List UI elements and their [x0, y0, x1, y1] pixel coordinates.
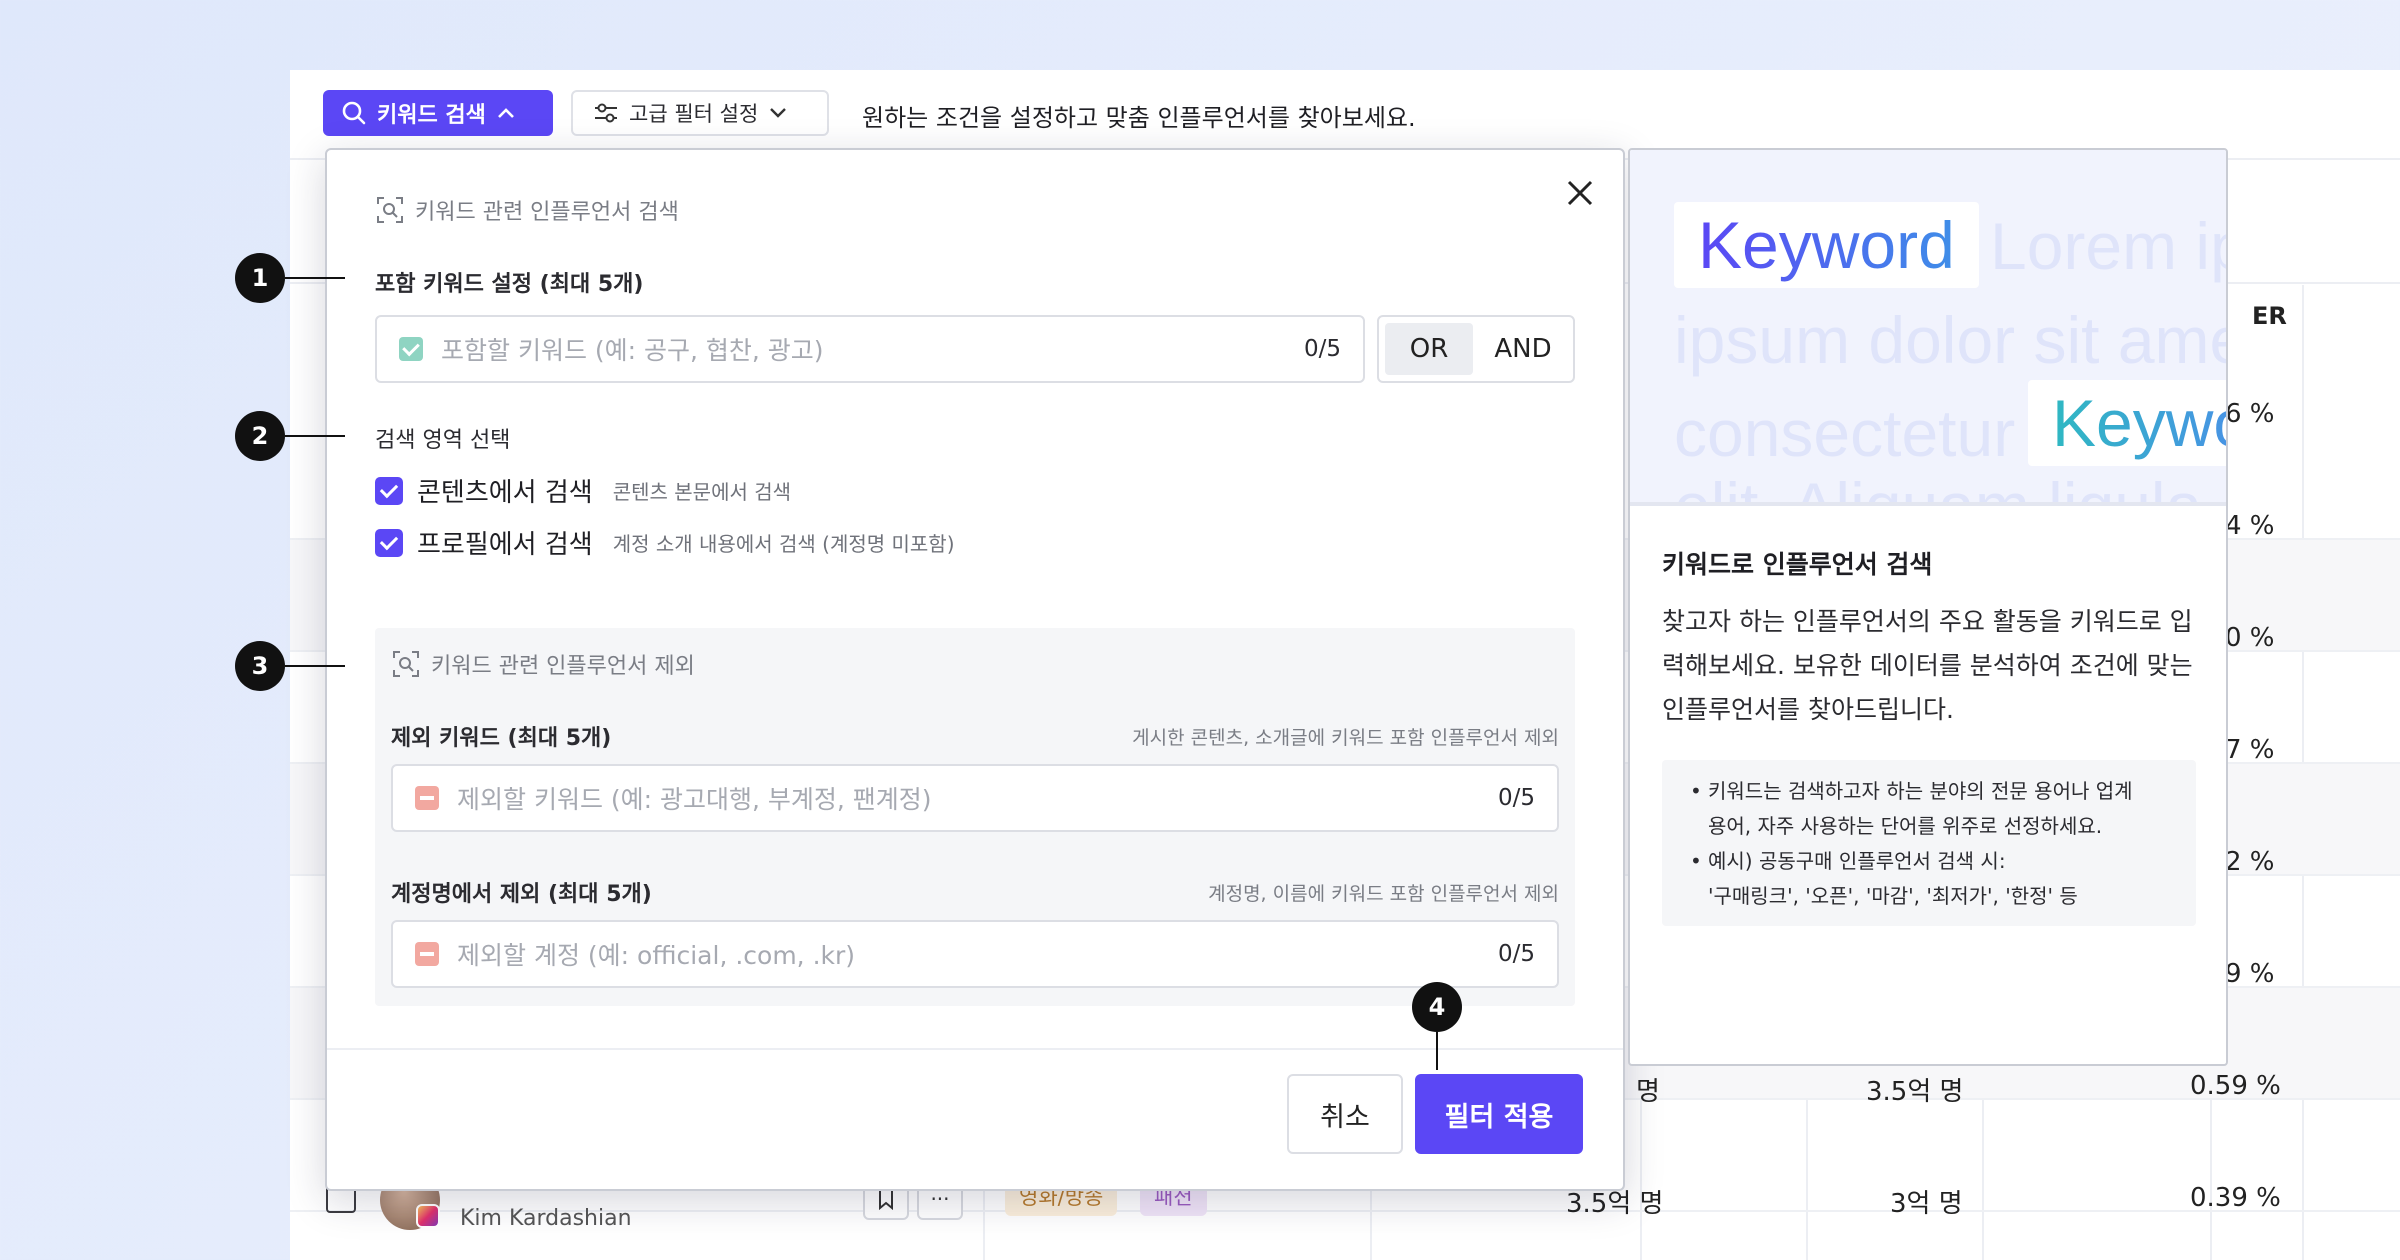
scan-search-icon	[377, 197, 403, 223]
hero-text: ipsum dolor sit ame	[1674, 303, 2226, 377]
hero-text: elit. Aliquam ligula	[1674, 469, 2203, 506]
help-tip-cont: 용어, 자주 사용하는 단어를 위주로 선정하세요.	[1708, 814, 2103, 838]
hero-text: consectetur	[1674, 396, 2016, 470]
close-icon[interactable]	[1563, 176, 1597, 210]
er-value: 2 %	[2225, 847, 2275, 877]
influencer-name[interactable]: Kim Kardashian	[460, 1206, 632, 1231]
search-icon	[342, 101, 366, 125]
er-value: 0.39 %	[2190, 1183, 2281, 1213]
exclude-keyword-placeholder: 제외할 키워드 (예: 광고대행, 부계정, 팬계정)	[457, 785, 932, 814]
scan-search-icon	[393, 651, 419, 677]
help-tip: 예시) 공동구매 인플루언서 검색 시:	[1690, 844, 2180, 879]
cancel-button[interactable]: 취소	[1287, 1074, 1403, 1154]
or-and-toggle[interactable]: OR AND	[1377, 315, 1575, 383]
search-in-content-option[interactable]: 콘텐츠에서 검색 콘텐츠 본문에서 검색	[375, 472, 791, 509]
search-in-profile-option[interactable]: 프로필에서 검색 계정 소개 내용에서 검색 (계정명 미포함)	[375, 524, 955, 561]
advanced-filter-button[interactable]: 고급 필터 설정	[571, 90, 829, 136]
callout-line	[285, 435, 345, 437]
exclude-panel: 키워드 관련 인플루언서 제외 제외 키워드 (최대 5개) 게시한 콘텐츠, …	[375, 628, 1575, 1006]
er-column-header[interactable]: ER	[2252, 302, 2287, 330]
callout-line	[285, 665, 345, 667]
callout-1: 1	[235, 253, 285, 303]
chevron-down-icon	[770, 108, 787, 118]
include-keyword-input[interactable]: 포함할 키워드 (예: 공구, 협찬, 광고) 0/5	[375, 315, 1365, 383]
profile-checkbox-label: 프로필에서 검색	[417, 530, 593, 560]
minus-icon	[415, 942, 439, 966]
toolbar-hint: 원하는 조건을 설정하고 맞춤 인플루언서를 찾아보세요.	[862, 104, 1416, 132]
exclude-section-title-text: 키워드 관련 인플루언서 제외	[431, 654, 695, 679]
or-option[interactable]: OR	[1385, 323, 1473, 375]
er-value: 6 %	[2225, 399, 2275, 429]
minus-icon	[415, 786, 439, 810]
help-tip-cont: '구매링크', '오픈', '마감', '최저가', '한정' 등	[1708, 884, 2078, 908]
callout-line	[1436, 1032, 1438, 1070]
sliders-icon	[595, 103, 617, 123]
check-icon	[399, 337, 423, 361]
advanced-filter-label: 고급 필터 설정	[629, 102, 759, 126]
er-value: 4 %	[2225, 511, 2275, 541]
er-value: 9 %	[2225, 959, 2275, 989]
exclude-account-placeholder: 제외할 계정 (예: official, .com, .kr)	[457, 941, 856, 970]
and-option[interactable]: AND	[1479, 323, 1567, 375]
keyword-search-label: 키워드 검색	[377, 103, 486, 128]
search-area-label: 검색 영역 선택	[375, 428, 511, 453]
hero-keyword-chip: Keyword	[1674, 202, 1979, 288]
help-title: 키워드로 인플루언서 검색	[1662, 550, 1933, 579]
help-body: 찾고자 하는 인플루언서의 주요 활동을 키워드로 입력해보세요. 보유한 데이…	[1662, 607, 2193, 724]
include-keyword-label: 포함 키워드 설정 (최대 5개)	[375, 272, 644, 297]
exclude-account-desc: 계정명, 이름에 키워드 포함 인플루언서 제외	[1208, 883, 1559, 905]
help-panel: Keyword Lorem ip ipsum dolor sit ame con…	[1628, 148, 2228, 1066]
footer-divider	[327, 1048, 1623, 1050]
callout-line	[285, 277, 345, 279]
keyword-search-button[interactable]: 키워드 검색	[323, 90, 553, 136]
filter-toolbar: 키워드 검색 고급 필터 설정 원하는 조건을 설정하고 맞춤 인플루언서를 찾…	[290, 70, 2400, 160]
exclude-keyword-count: 0/5	[1497, 785, 1535, 811]
callout-4: 4	[1412, 982, 1462, 1032]
exclude-section-title: 키워드 관련 인플루언서 제외	[391, 648, 695, 680]
include-section-title-text: 키워드 관련 인플루언서 검색	[415, 200, 679, 225]
exclude-keyword-desc: 게시한 콘텐츠, 소개글에 키워드 포함 인플루언서 제외	[1132, 727, 1559, 749]
callout-2: 2	[235, 411, 285, 461]
help-tip: 키워드는 검색하고자 하는 분야의 전문 용어나 업계	[1690, 774, 2180, 809]
follower-cell: 3억 명	[1890, 1189, 1963, 1219]
er-value: 0.59 %	[2190, 1071, 2281, 1101]
follower-cell: 명	[1636, 1077, 1660, 1107]
help-tips: 키워드는 검색하고자 하는 분야의 전문 용어나 업계 용어, 자주 사용하는 …	[1662, 760, 2196, 926]
follower-cell: 3.5억 명	[1866, 1077, 1964, 1107]
instagram-icon	[416, 1204, 440, 1228]
hero-text: Lorem ip	[1990, 209, 2226, 283]
apply-filter-button[interactable]: 필터 적용	[1415, 1074, 1583, 1154]
chevron-up-icon	[497, 108, 514, 118]
exclude-account-label: 계정명에서 제외 (최대 5개)	[391, 882, 652, 907]
er-value: 7 %	[2225, 735, 2275, 765]
exclude-keyword-input[interactable]: 제외할 키워드 (예: 광고대행, 부계정, 팬계정) 0/5	[391, 764, 1559, 832]
keyword-search-modal: 키워드 관련 인플루언서 검색 포함 키워드 설정 (최대 5개) 포함할 키워…	[325, 148, 1625, 1191]
bookmark-icon	[879, 1189, 893, 1210]
content-checkbox[interactable]	[375, 476, 403, 505]
exclude-account-input[interactable]: 제외할 계정 (예: official, .com, .kr) 0/5	[391, 920, 1559, 988]
exclude-account-count: 0/5	[1497, 941, 1535, 967]
hero-keyword-chip: Keywo	[2028, 380, 2226, 466]
profile-checkbox[interactable]	[375, 528, 403, 557]
help-illustration: Keyword Lorem ip ipsum dolor sit ame con…	[1630, 150, 2226, 506]
content-checkbox-desc: 콘텐츠 본문에서 검색	[612, 480, 792, 504]
exclude-keyword-label: 제외 키워드 (최대 5개)	[391, 726, 612, 751]
content-checkbox-label: 콘텐츠에서 검색	[417, 478, 593, 508]
include-section-title: 키워드 관련 인플루언서 검색	[375, 194, 679, 226]
er-value: 0 %	[2225, 623, 2275, 653]
include-keyword-placeholder: 포함할 키워드 (예: 공구, 협찬, 광고)	[441, 336, 824, 365]
include-keyword-count: 0/5	[1303, 336, 1341, 362]
profile-checkbox-desc: 계정 소개 내용에서 검색 (계정명 미포함)	[612, 532, 955, 556]
callout-3: 3	[235, 641, 285, 691]
